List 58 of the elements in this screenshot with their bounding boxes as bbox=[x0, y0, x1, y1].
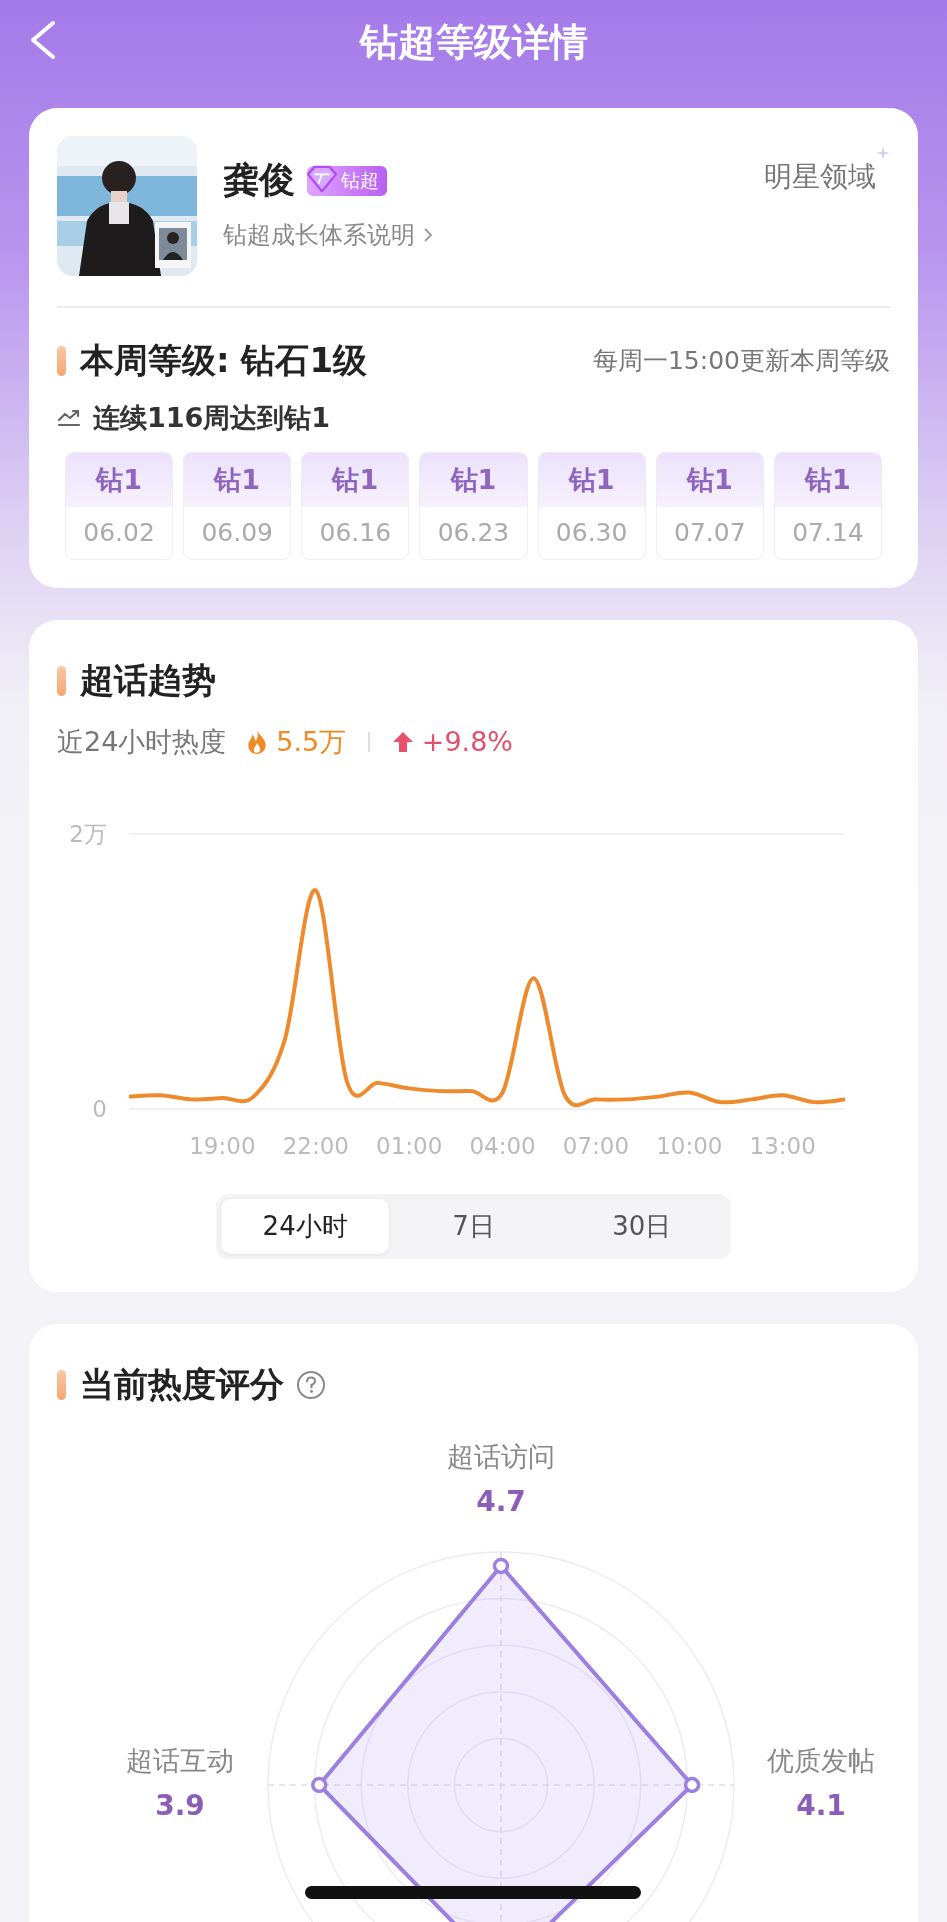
week-level: 钻1 bbox=[538, 452, 645, 507]
heat-value: 5.5万 bbox=[276, 724, 347, 759]
week-date: 07.07 bbox=[673, 517, 747, 549]
section-title: 超话趋势 bbox=[80, 658, 216, 702]
update-note: 每周一15:00更新本周等级 bbox=[592, 345, 890, 377]
level-title: 本周等级: 钻石1级 bbox=[80, 338, 368, 382]
x-tick-label: 10:00 bbox=[656, 1132, 723, 1159]
week-level: 钻1 bbox=[656, 452, 763, 507]
up-arrow-icon bbox=[391, 730, 414, 753]
title-accent bbox=[57, 1369, 66, 1400]
radar-point bbox=[683, 1776, 701, 1793]
sparkle-icon bbox=[876, 146, 890, 160]
week-date: 06.09 bbox=[200, 517, 274, 549]
badge-text: 钻超 bbox=[341, 167, 379, 193]
range-tab[interactable]: 30日 bbox=[557, 1198, 726, 1254]
week-date: 06.30 bbox=[554, 517, 629, 549]
diamond-icon bbox=[305, 164, 339, 193]
week-level: 钻1 bbox=[302, 452, 409, 507]
y-tick-label: 0 bbox=[92, 1095, 107, 1122]
y-tick-label: 2万 bbox=[69, 820, 107, 847]
title-accent bbox=[57, 345, 66, 376]
axis-label: 优质发帖 bbox=[767, 1743, 875, 1778]
field-label: 明星领域 bbox=[764, 159, 876, 195]
x-tick-label: 22:00 bbox=[282, 1132, 349, 1159]
heat-label: 近24小时热度 bbox=[57, 724, 227, 759]
radar-point bbox=[492, 1557, 510, 1574]
page-title: 钻超等级详情 bbox=[359, 18, 588, 66]
heat-change: +9.8% bbox=[421, 726, 514, 757]
flame-icon bbox=[246, 728, 269, 755]
week-date: 06.23 bbox=[436, 517, 511, 549]
x-tick-label: 07:00 bbox=[562, 1132, 630, 1159]
week-date: 06.02 bbox=[82, 517, 156, 549]
user-name: 龚俊 bbox=[223, 158, 295, 202]
axis-score: 4.7 bbox=[475, 1484, 527, 1518]
axis-score: 3.9 bbox=[154, 1788, 206, 1822]
axis-score: 4.1 bbox=[795, 1788, 847, 1822]
x-tick-label: 04:00 bbox=[469, 1132, 536, 1159]
week-date: 06.16 bbox=[318, 517, 393, 549]
axis-label: 超话访问 bbox=[447, 1439, 555, 1474]
chevron-icon bbox=[423, 227, 433, 243]
range-tab[interactable]: 7日 bbox=[389, 1198, 558, 1254]
title-accent bbox=[57, 665, 66, 696]
week-level: 钻1 bbox=[66, 452, 173, 507]
section-title: 当前热度评分 bbox=[80, 1362, 284, 1406]
week-level: 钻1 bbox=[774, 452, 881, 507]
growth-info-link[interactable]: 钻超成长体系说明 bbox=[223, 219, 433, 251]
streak-text: 连续116周达到钻1 bbox=[93, 400, 331, 435]
range-tab[interactable]: 24小时 bbox=[221, 1198, 390, 1254]
x-tick-label: 19:00 bbox=[189, 1132, 256, 1159]
help-icon[interactable] bbox=[296, 1369, 326, 1400]
week-level: 钻1 bbox=[184, 452, 291, 507]
x-tick-label: 01:00 bbox=[376, 1132, 443, 1159]
axis-label: 超话互动 bbox=[126, 1743, 234, 1778]
trend-icon bbox=[57, 407, 81, 428]
radar-point bbox=[311, 1776, 328, 1793]
week-date: 07.14 bbox=[791, 517, 865, 549]
week-level: 钻1 bbox=[420, 452, 527, 507]
x-tick-label: 13:00 bbox=[749, 1132, 816, 1159]
